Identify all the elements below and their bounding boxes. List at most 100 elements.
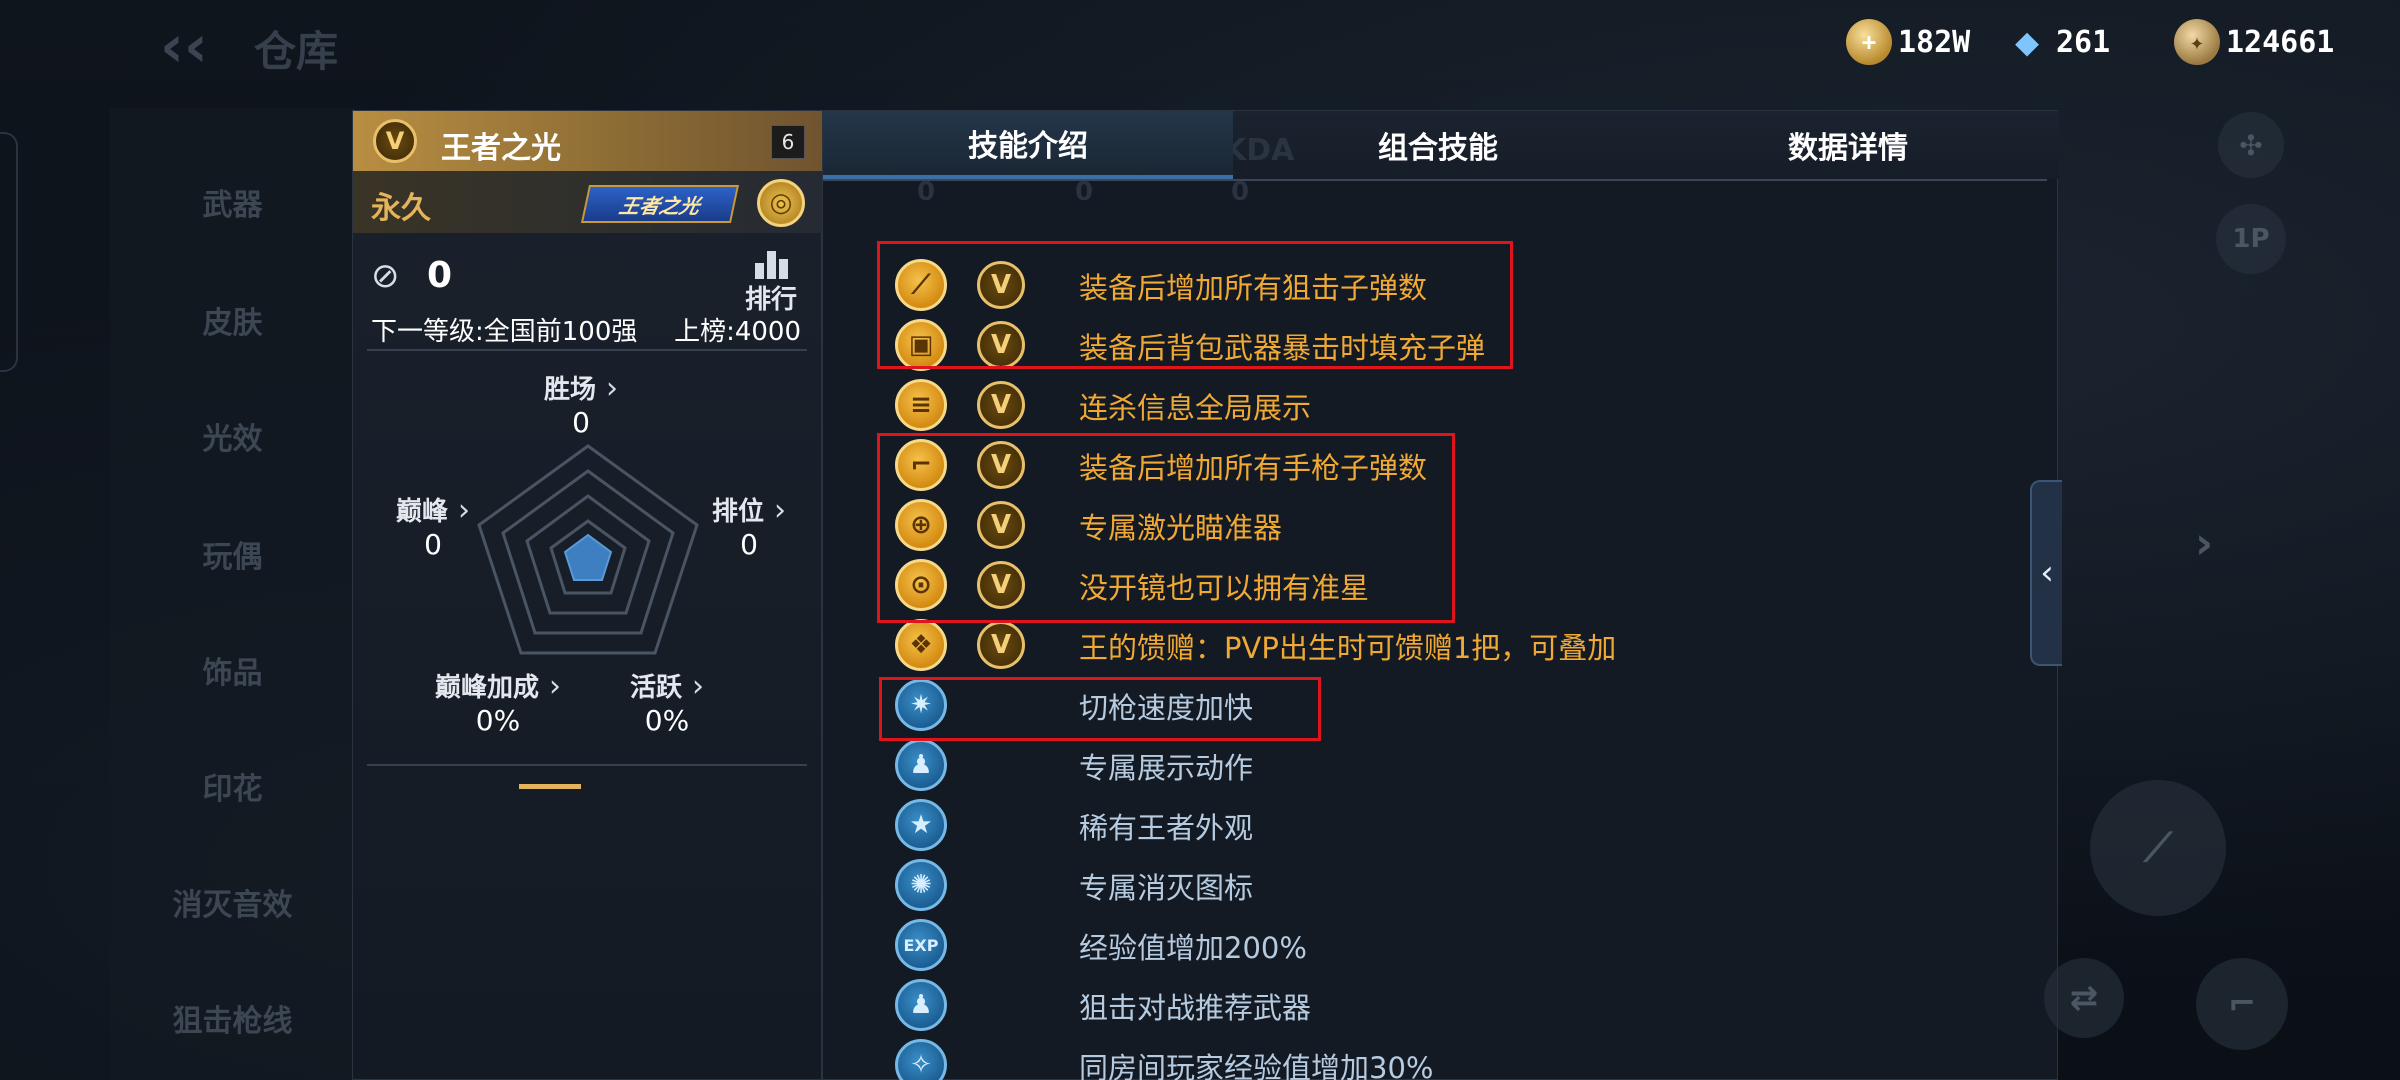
tab-underline bbox=[823, 179, 2047, 181]
brand-coin-icon: ◎ bbox=[757, 179, 805, 227]
skill-text: 王的馈赠：PVP出生时可馈赠1把，可叠加 bbox=[1079, 631, 1617, 665]
stat-peak-bonus-label: 巅峰加成 bbox=[434, 673, 539, 703]
gold-amount: 182W bbox=[1898, 24, 1971, 60]
skill-row[interactable]: ✧ 同房间玩家经验值增加30% bbox=[885, 1037, 1985, 1080]
rank-bars-icon bbox=[741, 249, 801, 279]
honor-token-icon: ✦ bbox=[2174, 19, 2220, 65]
chevron-left-icon: ‹ bbox=[2040, 553, 2054, 593]
chevron-right-icon: › bbox=[549, 669, 561, 704]
chevron-right-icon: › bbox=[606, 371, 618, 406]
next-level-text: 下一等级:全国前100强 bbox=[371, 317, 638, 347]
kill-count-icon: ⊘ bbox=[371, 256, 400, 296]
sidebar-item-weapons[interactable]: 武器 bbox=[110, 180, 355, 224]
stat-peak-bonus-value: 0% bbox=[475, 704, 521, 737]
stat-active[interactable]: 活跃 › 0% bbox=[607, 667, 727, 737]
stat-wins[interactable]: 胜场 › 0 bbox=[521, 369, 641, 439]
first-person-icon[interactable]: 1P bbox=[2216, 204, 2286, 274]
brand-logo: 王者之光 bbox=[580, 185, 740, 223]
sidebar-item-dolls[interactable]: 玩偶 bbox=[110, 532, 355, 576]
sidebar-item-sniper-lines[interactable]: 狙击枪线 bbox=[110, 996, 355, 1040]
sidebar-item-skins[interactable]: 皮肤 bbox=[110, 298, 355, 342]
weapon-card: V 王者之光 6 永久 王者之光 ◎ ⊘ 0 排行 下一等级:全国前100强 上… bbox=[352, 110, 823, 1080]
stat-ranked[interactable]: 排位 › 0 bbox=[689, 491, 809, 561]
level-badge: 6 bbox=[771, 125, 805, 159]
ghost-value: 0 bbox=[917, 177, 936, 207]
kill-count: 0 bbox=[427, 255, 453, 296]
card-subheader: 永久 王者之光 ◎ bbox=[353, 171, 823, 233]
chevron-right-icon: › bbox=[692, 669, 704, 704]
elimination-icon: ✺ bbox=[895, 859, 947, 911]
back-button[interactable]: ‹‹ bbox=[160, 17, 230, 75]
chevron-right-icon[interactable]: › bbox=[2195, 518, 2213, 569]
card-header: V 王者之光 6 bbox=[353, 111, 823, 171]
exp-icon: EXP bbox=[895, 919, 947, 971]
token-amount: 124661 bbox=[2226, 24, 2335, 60]
tab-combo-skills[interactable]: 组合技能 bbox=[1233, 111, 1643, 179]
skill-text: 稀有王者外观 bbox=[1079, 811, 1254, 845]
chevron-right-icon: › bbox=[458, 493, 470, 528]
duration-label: 永久 bbox=[371, 191, 431, 226]
tab-skill-intro[interactable]: 技能介绍 bbox=[823, 111, 1233, 179]
skill-row[interactable]: ★ 稀有王者外观 bbox=[885, 797, 1985, 853]
edge-handle bbox=[0, 132, 18, 372]
top-bar: ‹‹ 仓库 + 182W ◆ 261 ✦ 124661 bbox=[0, 0, 2400, 100]
ghost-value: 0 bbox=[1231, 177, 1250, 207]
list-rank-text: 上榜:4000 bbox=[674, 317, 801, 347]
diamond-currency[interactable]: ◆ 261 bbox=[2004, 18, 2110, 66]
chevron-right-icon: › bbox=[774, 493, 786, 528]
skill-text: 经验值增加200% bbox=[1079, 931, 1307, 965]
skill-row[interactable]: ≡ V 连杀信息全局展示 bbox=[885, 377, 1985, 433]
diamond-icon: ◆ bbox=[2014, 19, 2040, 65]
gift-icon: ❖ bbox=[895, 619, 947, 671]
settings-icon[interactable]: ✣ bbox=[2218, 112, 2284, 178]
swap-icon[interactable]: ⇄ bbox=[2044, 958, 2124, 1038]
page-title: 仓库 bbox=[254, 27, 339, 76]
skills-panel: 淘汰 手枪KDA 技能介绍 组合技能 数据详情 0 0 0 ⟋ V 装备后增加所… bbox=[822, 110, 2059, 1080]
page-indicator bbox=[519, 784, 581, 789]
stat-peak-bonus[interactable]: 巅峰加成 › 0% bbox=[423, 667, 573, 737]
stat-wins-label: 胜场 bbox=[543, 375, 596, 405]
vip-v-icon: V bbox=[977, 621, 1025, 669]
stat-peak-label: 巅峰 bbox=[395, 497, 448, 527]
rank-button[interactable]: 排行 bbox=[741, 249, 801, 315]
kill-banner-icon: ≡ bbox=[895, 379, 947, 431]
stat-active-value: 0% bbox=[644, 704, 690, 737]
stat-ranked-value: 0 bbox=[740, 528, 758, 561]
gold-currency[interactable]: + 182W bbox=[1846, 18, 1970, 66]
highlight-box bbox=[877, 433, 1455, 623]
divider bbox=[367, 349, 807, 351]
tab-bar: 淘汰 手枪KDA 技能介绍 组合技能 数据详情 bbox=[823, 111, 2059, 179]
weapon-icon[interactable]: ⌐ bbox=[2196, 958, 2288, 1050]
skill-text: 专属展示动作 bbox=[1079, 751, 1254, 785]
skill-row[interactable]: ❖ V 王的馈赠：PVP出生时可馈赠1把，可叠加 bbox=[885, 617, 1985, 673]
highlight-box bbox=[877, 241, 1513, 369]
skill-text: 狙击对战推荐武器 bbox=[1079, 991, 1312, 1025]
collapse-panel-button[interactable]: ‹ bbox=[2030, 480, 2062, 666]
sidebar-item-kill-sounds[interactable]: 消灭音效 bbox=[110, 880, 355, 924]
star-icon: ★ bbox=[895, 799, 947, 851]
sidebar-item-effects[interactable]: 光效 bbox=[110, 414, 355, 458]
skill-row[interactable]: ✺ 专属消灭图标 bbox=[885, 857, 1985, 913]
stat-active-label: 活跃 bbox=[629, 673, 682, 703]
knife-icon[interactable]: ⟋ bbox=[2090, 780, 2226, 916]
vip-v-icon: V bbox=[977, 381, 1025, 429]
sidebar-item-stickers[interactable]: 印花 bbox=[110, 764, 355, 808]
room-exp-icon: ✧ bbox=[895, 1039, 947, 1080]
diamond-amount: 261 bbox=[2056, 24, 2111, 60]
character-pose-icon: ♟ bbox=[895, 739, 947, 791]
skill-row[interactable]: EXP 经验值增加200% bbox=[885, 917, 1985, 973]
token-currency[interactable]: ✦ 124661 bbox=[2174, 18, 2334, 66]
stat-wins-value: 0 bbox=[572, 406, 590, 439]
stat-ranked-label: 排位 bbox=[711, 497, 764, 527]
gold-coin-icon: + bbox=[1846, 19, 1892, 65]
highlight-box bbox=[879, 677, 1321, 741]
skill-row[interactable]: ♟ 狙击对战推荐武器 bbox=[885, 977, 1985, 1033]
radar-chart bbox=[477, 444, 699, 655]
tab-data-details[interactable]: 数据详情 bbox=[1643, 111, 2053, 179]
sidebar-item-accessories[interactable]: 饰品 bbox=[110, 648, 355, 692]
skill-text: 连杀信息全局展示 bbox=[1079, 391, 1312, 425]
skill-row[interactable]: ♟ 专属展示动作 bbox=[885, 737, 1985, 793]
vip-v-icon: V bbox=[373, 119, 417, 163]
skill-text: 专属消灭图标 bbox=[1079, 871, 1254, 905]
skill-text: 同房间玩家经验值增加30% bbox=[1079, 1051, 1434, 1080]
